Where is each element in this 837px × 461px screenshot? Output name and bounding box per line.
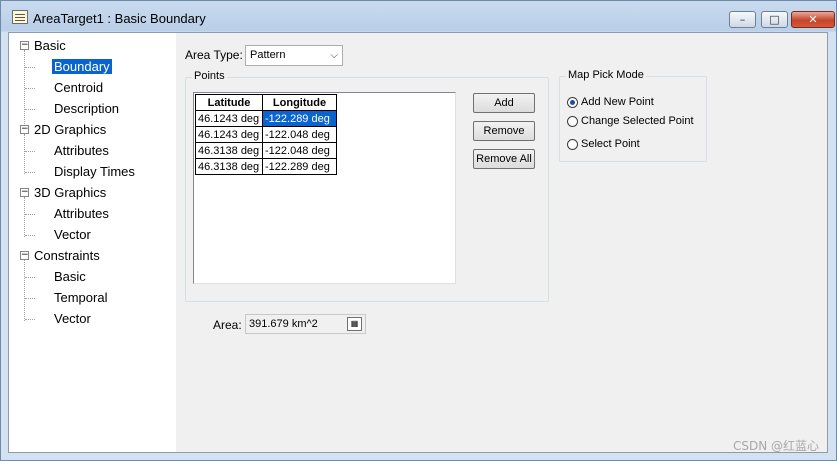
tree-branch (25, 88, 35, 89)
chevron-down-icon: ⌵ (330, 50, 338, 61)
tree-item-3d-attributes[interactable]: Attributes (54, 204, 109, 224)
radio-change-selected-point[interactable]: Change Selected Point (567, 115, 694, 127)
table-row[interactable]: 46.3138 deg -122.289 deg (195, 158, 337, 175)
boundary-panel: Area Type: Pattern ⌵ Points Latitude Lon… (176, 33, 827, 452)
tree-group-2d-graphics[interactable]: 2D Graphics (34, 120, 106, 140)
longitude-cell[interactable]: -122.048 deg (262, 126, 337, 143)
column-header-longitude[interactable]: Longitude (262, 94, 337, 111)
column-header-latitude[interactable]: Latitude (195, 94, 263, 111)
tree-branch (25, 319, 35, 320)
expander-3d-graphics[interactable]: − (20, 188, 29, 197)
radio-select-point[interactable]: Select Point (567, 138, 640, 150)
radio-selected-icon (567, 96, 578, 108)
latitude-cell[interactable]: 46.3138 deg (195, 142, 263, 159)
points-grid[interactable]: Latitude Longitude 46.1243 deg -122.289 … (193, 92, 456, 284)
points-table: Latitude Longitude 46.1243 deg -122.289 … (195, 94, 337, 175)
points-group-label: Points (192, 70, 227, 82)
area-type-select[interactable]: Pattern ⌵ (245, 45, 343, 66)
longitude-cell[interactable]: -122.289 deg (262, 110, 337, 127)
area-value-field: 391.679 km^2 ▦ (245, 314, 366, 334)
tree-group-3d-graphics[interactable]: 3D Graphics (34, 183, 106, 203)
table-row[interactable]: 46.3138 deg -122.048 deg (195, 142, 337, 159)
dialog-client-area: − Basic Boundary Centroid Description − … (8, 32, 828, 453)
tree-item-description[interactable]: Description (54, 99, 119, 119)
radio-label: Change Selected Point (581, 115, 694, 127)
radio-unselected-icon (567, 115, 578, 127)
tree-group-basic[interactable]: Basic (34, 36, 66, 56)
table-row[interactable]: 46.1243 deg -122.289 deg (195, 110, 337, 127)
expander-basic[interactable]: − (20, 41, 29, 50)
tree-guide-3d (24, 197, 25, 237)
tree-guide-constraints (24, 260, 25, 321)
properties-tree: − Basic Boundary Centroid Description − … (9, 33, 177, 452)
close-button[interactable]: ✕ (791, 11, 835, 28)
tree-item-centroid[interactable]: Centroid (54, 78, 103, 98)
tree-item-boundary-label: Boundary (52, 59, 112, 74)
tree-item-temporal[interactable]: Temporal (54, 288, 107, 308)
minimize-button[interactable]: – (729, 11, 756, 28)
latitude-cell[interactable]: 46.1243 deg (195, 110, 263, 127)
properties-icon (12, 10, 28, 24)
radio-label: Add New Point (581, 96, 654, 108)
radio-add-new-point[interactable]: Add New Point (567, 96, 654, 108)
latitude-cell[interactable]: 46.3138 deg (195, 158, 263, 175)
table-row[interactable]: 46.1243 deg -122.048 deg (195, 126, 337, 143)
map-pick-mode-group: Map Pick Mode Add New Point Change Selec… (559, 69, 707, 162)
maximize-button[interactable]: □ (761, 11, 788, 28)
expander-2d-graphics[interactable]: − (20, 125, 29, 134)
area-type-label: Area Type: (185, 48, 243, 62)
remove-point-button[interactable]: Remove (473, 121, 535, 141)
table-header-row: Latitude Longitude (195, 94, 337, 111)
tree-item-boundary[interactable]: Boundary (52, 57, 112, 77)
tree-branch (25, 298, 35, 299)
tree-branch (25, 109, 35, 110)
tree-item-constraints-vector[interactable]: Vector (54, 309, 91, 329)
tree-branch (25, 151, 35, 152)
title-bar[interactable]: AreaTarget1 : Basic Boundary – □ ✕ (1, 1, 836, 33)
tree-item-display-times[interactable]: Display Times (54, 162, 135, 182)
expander-constraints[interactable]: − (20, 251, 29, 260)
longitude-cell[interactable]: -122.289 deg (262, 158, 337, 175)
latitude-cell[interactable]: 46.1243 deg (195, 126, 263, 143)
area-value: 391.679 km^2 (249, 318, 318, 330)
watermark-text: CSDN @红蓝心 (732, 439, 819, 453)
radio-label: Select Point (581, 138, 640, 150)
area-target-window: AreaTarget1 : Basic Boundary – □ ✕ − Bas… (0, 0, 837, 461)
tree-branch (25, 172, 35, 173)
remove-all-button[interactable]: Remove All (473, 149, 535, 169)
tree-guide-2d (24, 134, 25, 174)
tree-branch (25, 235, 35, 236)
area-type-value: Pattern (250, 49, 286, 61)
radio-unselected-icon (567, 138, 578, 150)
map-pick-mode-label: Map Pick Mode (566, 69, 646, 81)
tree-branch (25, 214, 35, 215)
tree-item-3d-vector[interactable]: Vector (54, 225, 91, 245)
window-title: AreaTarget1 : Basic Boundary (33, 11, 206, 26)
add-point-button[interactable]: Add (473, 93, 535, 113)
area-label: Area: (213, 318, 242, 332)
unit-selector-icon[interactable]: ▦ (347, 317, 362, 331)
tree-branch (25, 277, 35, 278)
tree-guide-basic (24, 50, 25, 132)
tree-branch (25, 67, 35, 68)
longitude-cell[interactable]: -122.048 deg (262, 142, 337, 159)
tree-group-constraints[interactable]: Constraints (34, 246, 100, 266)
tree-item-2d-attributes[interactable]: Attributes (54, 141, 109, 161)
tree-item-constraints-basic[interactable]: Basic (54, 267, 86, 287)
